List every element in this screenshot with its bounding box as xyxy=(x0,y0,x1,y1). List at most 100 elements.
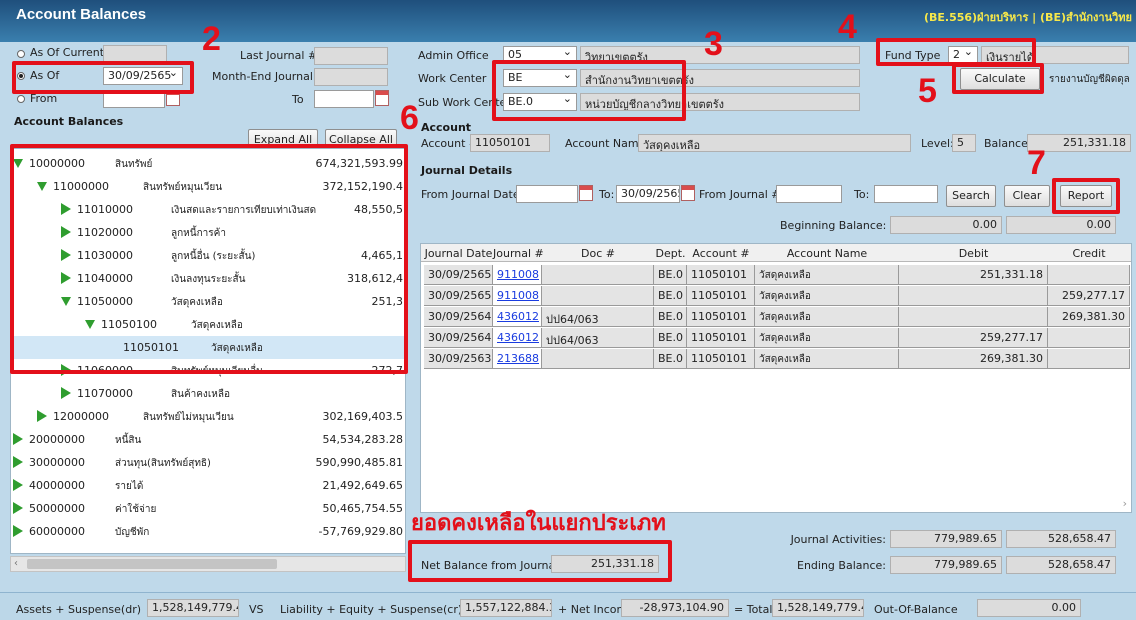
unbalanced-report-link[interactable]: รายงานบัญชีผิดดุล xyxy=(1049,72,1130,87)
grid-cell-doc xyxy=(542,265,654,285)
as-of-date-select[interactable]: 30/09/2565 xyxy=(103,67,183,85)
collapse-arrow-icon[interactable] xyxy=(13,159,23,168)
ending-credit-field: 528,658.47 xyxy=(1006,556,1116,574)
grid-column-header[interactable]: Credit xyxy=(1048,247,1130,260)
table-row[interactable]: 30/09/2563 213688 BE.0 11050101 วัสดุคงเหลือ… xyxy=(421,349,1131,369)
search-button[interactable]: Search xyxy=(946,185,996,207)
from-journal-no-field[interactable] xyxy=(776,185,842,203)
expand-arrow-icon[interactable] xyxy=(61,272,71,284)
table-row[interactable]: 30/09/2564 436012 ปป64/063 BE.0 11050101 วัสด… xyxy=(421,328,1131,348)
tree-row[interactable]: 10000000 สินทรัพย์ 674,321,593.99 xyxy=(11,152,405,175)
table-row[interactable]: 30/09/2565 911008 BE.0 11050101 วัสดุคงเหลือ… xyxy=(421,286,1131,306)
grid-cell-dept: BE.0 xyxy=(654,265,687,285)
expand-arrow-icon[interactable] xyxy=(61,203,71,215)
expand-arrow-icon[interactable] xyxy=(13,479,23,491)
grid-column-header[interactable]: Dept. xyxy=(654,247,687,260)
collapse-arrow-icon[interactable] xyxy=(37,182,47,191)
tree-row[interactable]: 11030000 ลูกหนี้อื่น (ระยะสั้น) 4,465,1 xyxy=(11,244,405,267)
tree-horizontal-scrollbar[interactable]: ‹ xyxy=(10,556,406,572)
report-button[interactable]: Report xyxy=(1060,185,1112,207)
grid-column-header[interactable]: Account # xyxy=(687,247,755,260)
expand-arrow-icon[interactable] xyxy=(61,249,71,261)
collapse-arrow-icon[interactable] xyxy=(61,297,71,306)
grid-cell-account: 11050101 xyxy=(687,307,755,327)
tree-row[interactable]: 11040000 เงินลงทุนระยะสั้น 318,612,4 xyxy=(11,267,405,290)
from-radio[interactable] xyxy=(17,95,25,103)
expand-arrow-icon[interactable] xyxy=(37,410,47,422)
tree-row[interactable]: 50000000 ค่าใช้จ่าย 50,465,754.55 xyxy=(11,497,405,520)
journal-grid[interactable]: Journal Date Journal # Doc # Dept. Account #… xyxy=(420,243,1132,513)
tree-row[interactable]: 11020000 ลูกหนี้การค้า xyxy=(11,221,405,244)
journal-number-link[interactable]: 911008 xyxy=(493,265,542,285)
clear-button[interactable]: Clear xyxy=(1004,185,1050,207)
expand-arrow-icon[interactable] xyxy=(13,456,23,468)
grid-scroll-right-icon[interactable]: › xyxy=(1123,497,1127,510)
tree-row[interactable]: 11060000 สินทรัพย์หมุนเวียนอื่น 272,7 xyxy=(11,359,405,382)
table-row[interactable]: 30/09/2564 436012 ปป64/063 BE.0 11050101 วัสด… xyxy=(421,307,1131,327)
tree-account-amount: 4,465,1 xyxy=(361,249,403,262)
admin-office-select[interactable]: 05 xyxy=(503,46,577,64)
grid-cell-debit: 269,381.30 xyxy=(899,349,1048,369)
account-tree[interactable]: 10000000 สินทรัพย์ 674,321,593.99 11000000 ส… xyxy=(10,148,406,554)
tree-row[interactable]: 11010000 เงินสดและรายการเทียบเท่าเงินสด 48… xyxy=(11,198,405,221)
last-journal-label: Last Journal # xyxy=(240,49,318,62)
expand-arrow-icon[interactable] xyxy=(13,502,23,514)
grid-column-header[interactable]: Doc # xyxy=(542,247,654,260)
tree-scroll-thumb[interactable] xyxy=(27,559,277,569)
tree-row[interactable]: 30000000 ส่วนทุน(สินทรัพย์สุทธิ) 590,990,4… xyxy=(11,451,405,474)
from-journal-calendar-icon[interactable] xyxy=(579,185,593,201)
to-calendar-icon[interactable] xyxy=(375,90,389,106)
tree-row[interactable]: 40000000 รายได้ 21,492,649.65 xyxy=(11,474,405,497)
calculate-button[interactable]: Calculate xyxy=(960,68,1040,90)
tree-account-code: 11010000 xyxy=(77,203,133,216)
grid-column-header[interactable]: Account Name xyxy=(755,247,899,260)
scroll-left-arrow-icon[interactable]: ‹ xyxy=(14,558,18,569)
journal-number-link[interactable]: 213688 xyxy=(493,349,542,369)
to-journal-calendar-icon[interactable] xyxy=(681,185,695,201)
grid-cell-credit xyxy=(1048,265,1130,285)
expand-arrow-icon[interactable] xyxy=(13,525,23,537)
tree-row[interactable]: 12000000 สินทรัพย์ไม่หมุนเวียน 302,169,403… xyxy=(11,405,405,428)
beginning-credit-field: 0.00 xyxy=(1006,216,1116,234)
sub-work-center-select[interactable]: BE.0 xyxy=(503,93,577,111)
tree-row[interactable]: 60000000 บัญชีพัก -57,769,929.80 xyxy=(11,520,405,543)
work-center-select[interactable]: BE xyxy=(503,69,577,87)
as-of-radio[interactable] xyxy=(17,72,25,80)
journal-number-link[interactable]: 436012 xyxy=(493,307,542,327)
admin-office-label: Admin Office xyxy=(418,49,489,62)
tree-row[interactable]: 20000000 หนี้สิน 54,534,283.28 xyxy=(11,428,405,451)
tree-account-code: 11020000 xyxy=(77,226,133,239)
table-row[interactable]: 30/09/2565 911008 BE.0 11050101 วัสดุคงเหลือ… xyxy=(421,265,1131,285)
from-calendar-icon[interactable] xyxy=(166,90,180,106)
grid-cell-credit xyxy=(1048,328,1130,348)
tree-row[interactable]: 11070000 สินค้าคงเหลือ xyxy=(11,382,405,405)
journal-to-label: To: xyxy=(599,188,615,201)
to-journal-no-field[interactable] xyxy=(874,185,938,203)
journal-grid-header: Journal Date Journal # Doc # Dept. Account #… xyxy=(421,244,1131,262)
to-journal-date-field[interactable]: 30/09/2565 xyxy=(616,185,680,203)
to-date-field[interactable] xyxy=(314,90,374,108)
expand-arrow-icon[interactable] xyxy=(61,226,71,238)
tree-row[interactable]: 11050101 วัสดุคงเหลือ xyxy=(11,336,405,359)
from-journal-date-field[interactable] xyxy=(516,185,578,203)
balance-label: Balance: xyxy=(984,137,1032,150)
expand-arrow-icon[interactable] xyxy=(13,433,23,445)
fund-type-select[interactable]: 2 xyxy=(948,46,978,64)
expand-arrow-icon[interactable] xyxy=(61,364,71,376)
grid-column-header[interactable]: Journal Date xyxy=(424,247,493,260)
tree-account-code: 12000000 xyxy=(53,410,109,423)
grid-column-header[interactable]: Debit xyxy=(899,247,1048,260)
grid-column-header[interactable]: Journal # xyxy=(493,247,544,260)
as-of-current-radio[interactable] xyxy=(17,50,25,58)
collapse-arrow-icon[interactable] xyxy=(85,320,95,329)
tree-row[interactable]: 11000000 สินทรัพย์หมุนเวียน 372,152,190.4 xyxy=(11,175,405,198)
tree-account-amount: 372,152,190.4 xyxy=(322,180,403,193)
expand-arrow-icon[interactable] xyxy=(61,387,71,399)
journal-number-link[interactable]: 911008 xyxy=(493,286,542,306)
tree-row[interactable]: 11050000 วัสดุคงเหลือ 251,3 xyxy=(11,290,405,313)
journal-number-link[interactable]: 436012 xyxy=(493,328,542,348)
sub-work-center-name: หน่วยบัญชีกลางวิทยาเขตตรัง xyxy=(580,93,860,111)
tree-row[interactable]: 11050100 วัสดุคงเหลือ xyxy=(11,313,405,336)
from-date-field[interactable] xyxy=(103,90,165,108)
grid-cell-doc: ปป64/063 xyxy=(542,307,654,327)
